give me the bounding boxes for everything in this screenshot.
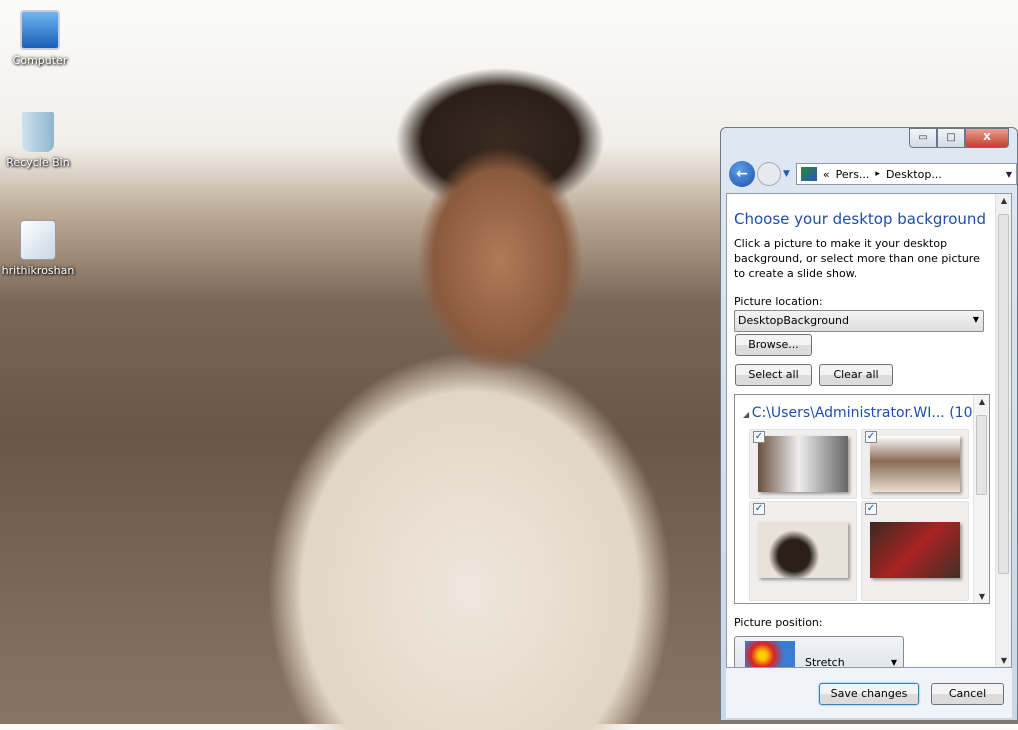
wallpaper-tile[interactable]: ✓ xyxy=(861,501,969,601)
wallpaper-tile[interactable]: ✓ xyxy=(749,429,857,499)
recent-pages-dropdown[interactable]: ▼ xyxy=(783,169,790,179)
picture-position-label: Picture position: xyxy=(734,616,823,629)
tile-checkbox[interactable]: ✓ xyxy=(865,431,877,443)
picture-position-select[interactable]: Stretch ▼ xyxy=(734,636,904,667)
computer-icon xyxy=(20,10,60,50)
clear-all-button[interactable]: Clear all xyxy=(819,364,893,386)
page-title: Choose your desktop background xyxy=(734,210,986,228)
chevron-down-icon: ▼ xyxy=(972,315,979,324)
tile-checkbox[interactable]: ✓ xyxy=(753,431,765,443)
select-all-button[interactable]: Select all xyxy=(735,364,812,386)
forward-button[interactable] xyxy=(757,162,781,186)
desktop-icon-recycle-bin[interactable]: Recycle Bin xyxy=(0,112,78,169)
wallpaper-tile[interactable]: ✓ xyxy=(749,501,857,601)
breadcrumb-personalization[interactable]: Pers... xyxy=(836,168,870,181)
wallpaper-photo xyxy=(170,30,730,730)
arrow-left-icon: ← xyxy=(736,166,748,182)
back-button[interactable]: ← xyxy=(729,161,755,187)
save-changes-button[interactable]: Save changes xyxy=(819,683,919,705)
collapse-icon: ◢ xyxy=(743,410,752,419)
browse-button[interactable]: Browse... xyxy=(735,334,812,356)
maximize-button[interactable]: □ xyxy=(937,128,965,148)
breadcrumb-desktop-background[interactable]: Desktop... xyxy=(886,168,942,181)
personalization-window: ▭ □ X ← ▼ « Pers... ▸ Desktop... ▼ ▲ ▼ Ch… xyxy=(720,127,1018,721)
vertical-scrollbar[interactable]: ▲ ▼ xyxy=(995,194,1011,667)
close-button[interactable]: X xyxy=(965,128,1009,148)
control-panel-icon xyxy=(800,167,817,181)
gallery-scrollbar[interactable]: ▲ ▼ xyxy=(973,395,989,603)
picture-location-select[interactable]: DesktopBackground ▼ xyxy=(734,310,984,332)
content-pane: ▲ ▼ Choose your desktop background Click … xyxy=(726,193,1012,668)
picture-location-label: Picture location: xyxy=(734,295,823,308)
gallery-group-header[interactable]: ◢ C:\Users\Administrator.WI... (10) xyxy=(743,405,978,421)
theme-file-icon xyxy=(20,220,56,260)
desktop-icon-hrithikroshan[interactable]: hrithikroshan xyxy=(0,220,78,277)
position-preview-image xyxy=(745,641,795,667)
desktop-icon-computer[interactable]: Computer xyxy=(0,10,80,67)
address-dropdown-icon[interactable]: ▼ xyxy=(1006,170,1012,179)
recycle-bin-icon xyxy=(22,112,54,152)
tile-checkbox[interactable]: ✓ xyxy=(865,503,877,515)
tile-checkbox[interactable]: ✓ xyxy=(753,503,765,515)
picture-gallery: ◢ C:\Users\Administrator.WI... (10) ✓ ✓ … xyxy=(734,394,990,604)
wallpaper-tile[interactable]: ✓ xyxy=(861,429,969,499)
chevron-down-icon: ▼ xyxy=(890,658,897,667)
cancel-button[interactable]: Cancel xyxy=(931,683,1004,705)
minimize-button[interactable]: ▭ xyxy=(909,128,937,148)
page-description: Click a picture to make it your desktop … xyxy=(734,237,980,280)
address-bar[interactable]: « Pers... ▸ Desktop... ▼ xyxy=(795,163,1017,185)
